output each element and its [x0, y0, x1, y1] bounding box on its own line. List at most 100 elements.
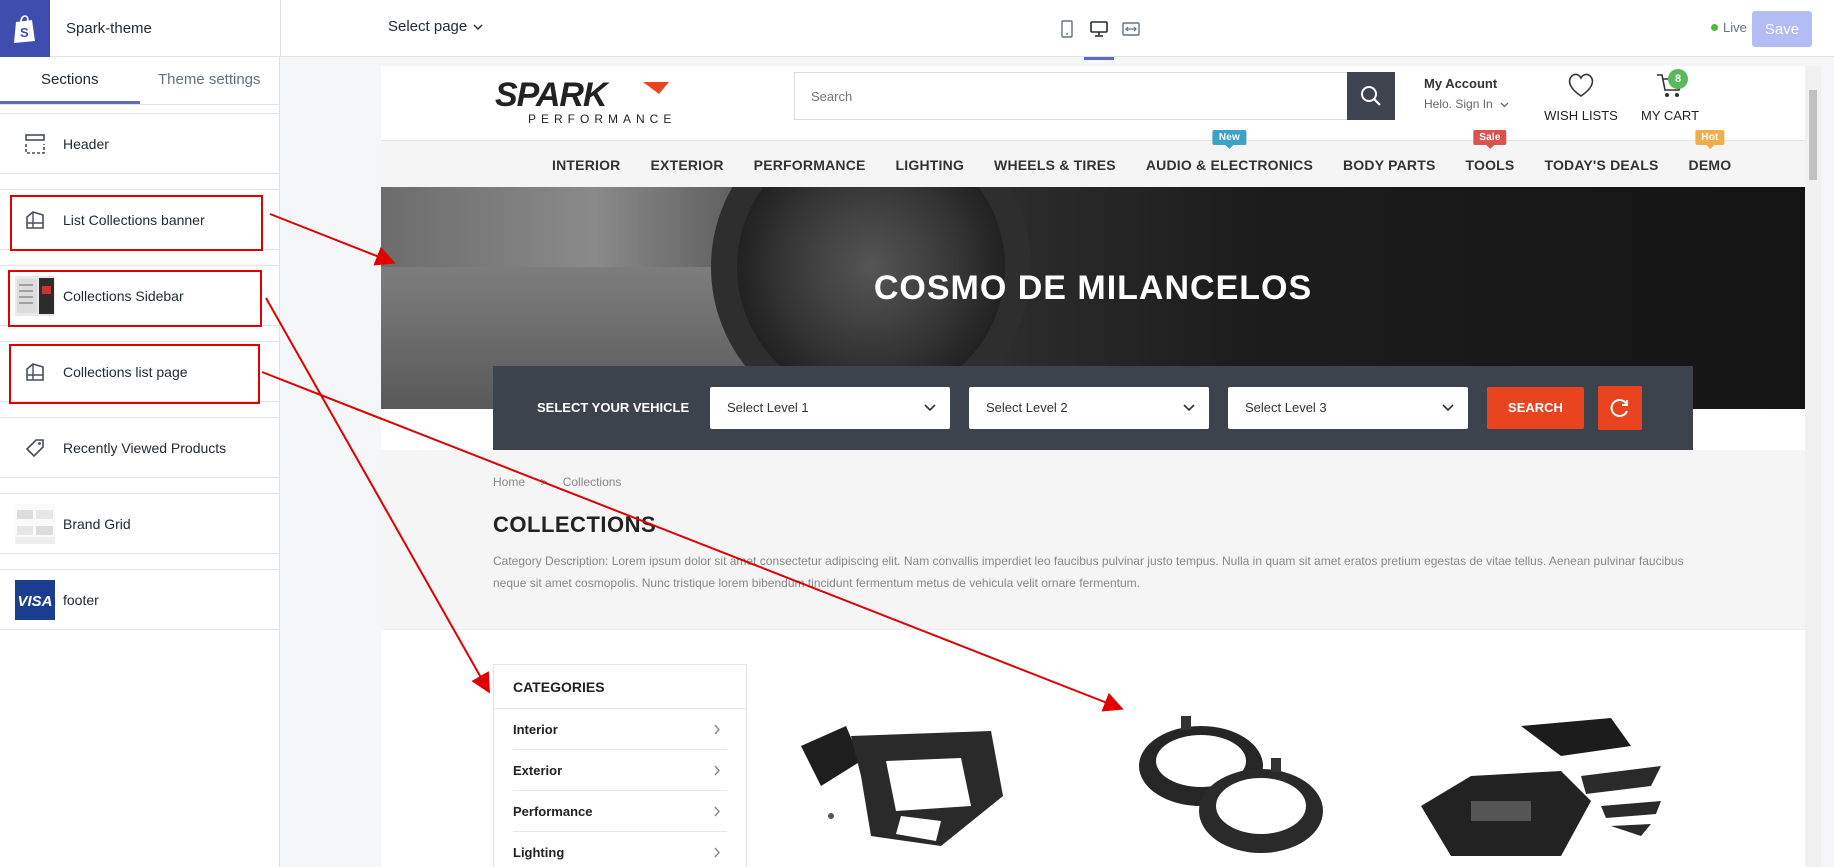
fullscreen-view-button[interactable] — [1120, 18, 1142, 40]
topbar-divider — [280, 0, 281, 57]
store-header: SPARK PERFORMANCE My Account Helo. Sign … — [381, 66, 1805, 140]
nav-item-label: AUDIO & ELECTRONICS — [1145, 156, 1313, 173]
svg-text:VISA: VISA — [17, 593, 52, 610]
category-item[interactable]: Exterior — [513, 750, 727, 791]
shopify-logo[interactable]: S — [0, 0, 50, 57]
store-search-input[interactable] — [795, 73, 1345, 119]
fullwidth-icon — [1122, 21, 1140, 36]
nav-item[interactable]: WHEELS & TIRES — [994, 157, 1116, 173]
mobile-view-button[interactable] — [1056, 18, 1078, 40]
tab-theme-settings[interactable]: Theme settings — [140, 57, 280, 104]
section-label: Brand Grid — [63, 515, 131, 532]
cart-link[interactable]: 8 MY CART — [1637, 69, 1703, 123]
product-image-speaker-rings[interactable] — [1121, 706, 1351, 867]
sidebar-tabs: Sections Theme settings — [0, 57, 279, 105]
vehicle-level-3-select[interactable]: Select Level 3 — [1228, 387, 1468, 429]
vehicle-selector: SELECT YOUR VEHICLE Select Level 1 Selec… — [493, 366, 1693, 450]
save-button[interactable]: Save — [1752, 11, 1812, 47]
section-item-brand-grid[interactable]: Brand Grid — [0, 493, 279, 554]
level-1-label: Select Level 1 — [727, 400, 809, 415]
chevron-down-icon — [1183, 404, 1195, 412]
category-item[interactable]: Performance — [513, 791, 727, 832]
section-label: footer — [63, 591, 99, 608]
vehicle-level-2-select[interactable]: Select Level 2 — [969, 387, 1209, 429]
chevron-right-icon — [714, 724, 720, 735]
store-navbar: INTERIOR EXTERIOR PERFORMANCE LIGHTING WHEEL… — [381, 129, 1805, 188]
shopify-bag-icon: S — [14, 14, 35, 43]
section-item-recently-viewed[interactable]: Recently Viewed Products — [0, 417, 279, 478]
nav-item[interactable]: TODAY'S DEALS — [1544, 157, 1658, 173]
category-label: Lighting — [513, 845, 565, 860]
preview-scrollbar[interactable] — [1805, 66, 1821, 867]
vehicle-level-1-select[interactable]: Select Level 1 — [710, 387, 950, 429]
wishlist-link[interactable]: WISH LISTS — [1541, 71, 1621, 123]
store-search-button[interactable] — [1347, 72, 1395, 120]
nav-item[interactable]: DEMO Hot — [1688, 129, 1732, 173]
account-title: My Account — [1424, 76, 1498, 91]
breadcrumb: Home > Collections — [493, 475, 621, 489]
chevron-right-icon — [714, 847, 720, 858]
vehicle-selector-label: SELECT YOUR VEHICLE — [537, 400, 690, 415]
chevron-down-icon — [1500, 102, 1509, 108]
nav-item-label: EXTERIOR — [650, 156, 724, 173]
desktop-view-button[interactable] — [1084, 18, 1114, 60]
category-label: Exterior — [513, 763, 563, 778]
nav-item[interactable]: PERFORMANCE — [754, 157, 866, 173]
cart-count-badge: 8 — [1668, 69, 1688, 89]
nav-item[interactable]: TOOLS Sale — [1465, 129, 1515, 173]
arrow-banner — [269, 213, 396, 266]
vehicle-search-button[interactable]: SEARCH — [1487, 387, 1584, 429]
account-menu[interactable]: My Account Helo. Sign In — [1424, 76, 1509, 111]
annotation-box-banner — [10, 195, 263, 251]
collections-title: COLLECTIONS — [493, 512, 657, 537]
nav-item-label: TOOLS — [1465, 156, 1515, 173]
wishlist-label: WISH LISTS — [1544, 108, 1618, 123]
nav-item[interactable]: INTERIOR — [552, 157, 621, 173]
nav-item-label: LIGHTING — [895, 156, 965, 173]
nav-item[interactable]: AUDIO & ELECTRONICS New — [1145, 129, 1313, 173]
tab-sections[interactable]: Sections — [0, 57, 140, 104]
nav-item[interactable]: EXTERIOR — [651, 157, 724, 173]
section-label: Header — [63, 135, 109, 152]
vehicle-reset-button[interactable] — [1598, 386, 1642, 430]
nav-item-label: INTERIOR — [552, 156, 621, 173]
brand-name: SPARK — [495, 76, 610, 114]
category-item[interactable]: Lighting — [513, 832, 727, 867]
nav-badge: New — [1212, 129, 1246, 149]
nav-item[interactable]: LIGHTING — [896, 157, 964, 173]
product-image-body-kit[interactable] — [1411, 706, 1671, 867]
brand-sub: PERFORMANCE — [528, 112, 676, 126]
mobile-icon — [1061, 19, 1073, 38]
categories-panel: CATEGORIES Interior Exterior Performance Li… — [493, 664, 747, 867]
nav-item-label: DEMO — [1688, 156, 1732, 173]
category-label: Interior — [513, 722, 558, 737]
level-3-label: Select Level 3 — [1245, 400, 1327, 415]
live-status: Live — [1711, 20, 1747, 35]
nav-item-label: BODY PARTS — [1342, 156, 1436, 173]
store-logo[interactable]: SPARK PERFORMANCE — [493, 76, 703, 131]
chevron-right-icon — [714, 765, 720, 776]
live-label: Live — [1723, 20, 1747, 35]
device-toggle-group — [1056, 0, 1142, 60]
section-item-footer[interactable]: VISA footer — [0, 569, 279, 630]
category-item[interactable]: Interior — [513, 709, 727, 750]
section-item-header[interactable]: Header — [0, 113, 279, 174]
annotation-box-list-page — [9, 344, 260, 404]
breadcrumb-separator: > — [540, 475, 548, 489]
chevron-down-icon — [924, 404, 936, 412]
select-page-dropdown[interactable]: Select page — [388, 18, 483, 35]
nav-menu: INTERIOR EXTERIOR PERFORMANCE LIGHTING WHEEL… — [552, 129, 1732, 188]
scrollbar-thumb[interactable] — [1809, 90, 1817, 180]
nav-item[interactable]: BODY PARTS — [1343, 157, 1436, 173]
brand-grid-thumbnail — [15, 503, 55, 544]
nav-badge: Hot — [1695, 129, 1725, 149]
svg-text:S: S — [20, 25, 29, 40]
breadcrumb-home[interactable]: Home — [493, 475, 525, 489]
live-dot-icon — [1711, 24, 1718, 31]
categories-list: Interior Exterior Performance Lighting — [494, 709, 746, 867]
chevron-down-icon — [473, 24, 483, 30]
theme-name: Spark-theme — [66, 20, 152, 37]
section-label: Recently Viewed Products — [63, 439, 227, 456]
chevron-right-icon — [714, 806, 720, 817]
product-image-dash-kit[interactable] — [791, 706, 1021, 867]
